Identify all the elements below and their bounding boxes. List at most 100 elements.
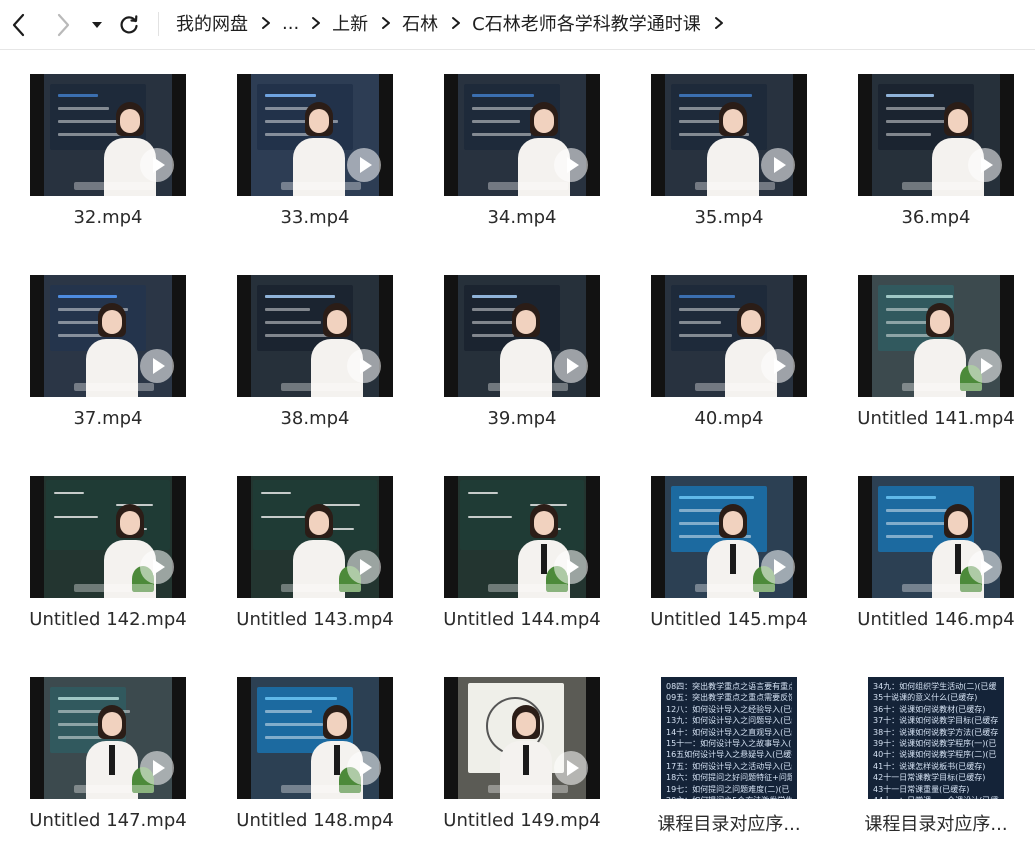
document-text-line: 16五如何设计导入之悬疑导入(已缓存 (666, 750, 792, 760)
document-text-line: 34九：如何组织学生活动(二)(已缓 (873, 682, 997, 691)
video-thumbnail (858, 476, 1014, 598)
play-icon[interactable] (761, 349, 795, 383)
play-icon[interactable] (347, 148, 381, 182)
file-name: Untitled 145.mp4 (650, 609, 808, 630)
breadcrumb-separator-icon (261, 16, 271, 30)
chevron-right-icon (57, 13, 70, 37)
play-icon[interactable] (140, 349, 174, 383)
play-icon[interactable] (968, 550, 1002, 584)
subtitle-bar (488, 584, 568, 592)
caret-down-icon (92, 22, 102, 28)
play-icon[interactable] (554, 751, 588, 785)
file-tile-video[interactable]: 38.mp4 (212, 251, 412, 447)
file-tile-video[interactable]: Untitled 144.mp4 (419, 452, 619, 648)
play-icon[interactable] (554, 550, 588, 584)
play-icon[interactable] (554, 349, 588, 383)
play-icon[interactable] (347, 550, 381, 584)
file-name: 34.mp4 (487, 207, 557, 228)
file-tile-document[interactable]: 34九：如何组织学生活动(二)(已缓 35十说课的意义什么(已缓存) 36十：说课如… (833, 653, 1033, 848)
document-text-line: 35十说课的意义什么(已缓存) (873, 693, 978, 703)
letterbox-left (651, 476, 665, 598)
file-tile-video[interactable]: Untitled 143.mp4 (212, 452, 412, 648)
play-icon[interactable] (347, 751, 381, 785)
letterbox-right (379, 74, 393, 196)
letterbox-left (237, 476, 251, 598)
document-text-line: 14十：如何设计导入之直观导入(已缓 (666, 727, 792, 737)
file-tile-video[interactable]: Untitled 146.mp4 (833, 452, 1033, 648)
file-name: Untitled 149.mp4 (443, 810, 601, 831)
refresh-button[interactable] (112, 8, 146, 42)
document-thumbnail: 08四：突出教学重点之语言要有重点(09五：突出教学重点之重点需要反馈(12八：… (661, 677, 797, 799)
play-icon[interactable] (140, 751, 174, 785)
document-text-line: 08四：突出教学重点之语言要有重点( (666, 682, 792, 691)
toolbar: 我的网盘 ... 上新 石林 C石林老师各学科教学通时课 (0, 0, 1035, 50)
forward-button[interactable] (46, 8, 80, 42)
chalk-writing (468, 516, 512, 518)
letterbox-right (793, 476, 807, 598)
breadcrumb-item-new[interactable]: 上新 (332, 10, 368, 36)
file-tile-video[interactable]: 32.mp4 (5, 50, 205, 246)
letterbox-right (172, 74, 186, 196)
history-dropdown-button[interactable] (82, 8, 112, 42)
slide-text-line (58, 295, 117, 298)
breadcrumb-separator-icon (311, 16, 321, 30)
file-tile-video[interactable]: 34.mp4 (419, 50, 619, 246)
play-icon[interactable] (761, 550, 795, 584)
file-tile-video[interactable]: 33.mp4 (212, 50, 412, 246)
play-icon[interactable] (140, 148, 174, 182)
file-tile-video[interactable]: Untitled 147.mp4 (5, 653, 205, 848)
breadcrumb-item-ellipsis[interactable]: ... (282, 13, 299, 34)
play-icon[interactable] (347, 349, 381, 383)
play-icon[interactable] (968, 148, 1002, 182)
letterbox-right (1000, 275, 1014, 397)
back-button[interactable] (2, 8, 36, 42)
subtitle-bar (281, 584, 361, 592)
play-icon[interactable] (968, 349, 1002, 383)
video-thumbnail (237, 677, 393, 799)
play-icon[interactable] (761, 148, 795, 182)
document-text-line: 38十：说课如何说教学方法(已缓存) (873, 727, 999, 737)
breadcrumb-item-my-drive[interactable]: 我的网盘 (176, 10, 248, 36)
file-tile-video[interactable]: Untitled 145.mp4 (626, 452, 826, 648)
play-icon[interactable] (554, 148, 588, 182)
file-name: 40.mp4 (694, 408, 764, 429)
letterbox-left (444, 275, 458, 397)
file-tile-video[interactable]: 40.mp4 (626, 251, 826, 447)
file-tile-video[interactable]: Untitled 142.mp4 (5, 452, 205, 648)
breadcrumb-separator-icon (714, 16, 724, 30)
breadcrumb-separator-icon (451, 16, 461, 30)
file-name: 39.mp4 (487, 408, 557, 429)
slide-text-line (472, 295, 517, 298)
slide-text-line (679, 295, 735, 298)
slide-text-line (58, 94, 98, 97)
video-thumbnail (858, 275, 1014, 397)
breadcrumb-separator-icon (381, 16, 391, 30)
file-tile-document[interactable]: 08四：突出教学重点之语言要有重点(09五：突出教学重点之重点需要反馈(12八：… (626, 653, 826, 848)
file-tile-video[interactable]: Untitled 141.mp4 (833, 251, 1033, 447)
subtitle-bar (74, 584, 154, 592)
file-tile-video[interactable]: Untitled 148.mp4 (212, 653, 412, 848)
letterbox-left (858, 275, 872, 397)
subtitle-bar (695, 584, 775, 592)
file-tile-video[interactable]: 39.mp4 (419, 251, 619, 447)
file-tile-video[interactable]: 35.mp4 (626, 50, 826, 246)
file-tile-video[interactable]: 36.mp4 (833, 50, 1033, 246)
letterbox-right (379, 275, 393, 397)
breadcrumb: 我的网盘 ... 上新 石林 C石林老师各学科教学通时课 (176, 0, 735, 46)
file-tile-video[interactable]: 37.mp4 (5, 251, 205, 447)
letterbox-right (379, 677, 393, 799)
slide-text-line (265, 94, 316, 97)
document-text-line: 36十：说课如何说教材(已缓存) (873, 704, 986, 714)
letterbox-right (172, 476, 186, 598)
breadcrumb-item-shilin[interactable]: 石林 (402, 10, 438, 36)
document-text-line: 41十：说课怎样说板书(已缓存) (873, 761, 986, 771)
breadcrumb-item-current-folder[interactable]: C石林老师各学科教学通时课 (472, 10, 701, 36)
subtitle-bar (281, 383, 361, 391)
letterbox-left (444, 476, 458, 598)
file-tile-video[interactable]: Untitled 149.mp4 (419, 653, 619, 848)
video-thumbnail (30, 275, 186, 397)
subtitle-bar (488, 785, 568, 793)
play-icon[interactable] (140, 550, 174, 584)
slide-text-line (886, 496, 936, 499)
slide-text-line (886, 94, 934, 97)
